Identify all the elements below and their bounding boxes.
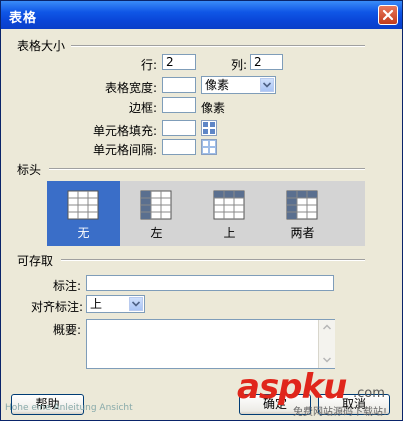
watermark-left-text: Hohe eine Anleitung Ansicht <box>5 403 133 413</box>
table-both-header-icon <box>286 190 318 220</box>
align-caption-select[interactable]: 上 <box>86 295 145 313</box>
table-dialog: 表格 表格大小 行: 2 列: 2 表格宽度: 像素 边框: 像素 单元格填充:… <box>0 0 403 421</box>
chevron-down-icon <box>260 78 274 92</box>
cell-spacing-label: 单元格间隔: <box>92 143 157 157</box>
header-option-both-label: 两者 <box>290 226 315 240</box>
caption-label: 标注: <box>52 279 81 293</box>
close-icon <box>382 9 394 21</box>
header-divider <box>49 168 365 170</box>
header-option-top-label: 上 <box>223 226 236 240</box>
align-caption-label: 对齐标注: <box>30 300 83 314</box>
scroll-up-icon <box>323 324 331 330</box>
header-option-top[interactable]: 上 <box>193 181 266 246</box>
caption-input[interactable] <box>86 275 334 291</box>
title-bar: 表格 <box>1 1 402 29</box>
header-option-left-label: 左 <box>150 226 163 240</box>
rows-label: 行: <box>140 58 157 72</box>
watermark-brand: aspku <box>237 367 347 407</box>
rows-input[interactable]: 2 <box>162 54 196 70</box>
border-input[interactable] <box>162 97 196 113</box>
close-button[interactable] <box>378 5 398 25</box>
cell-padding-input[interactable] <box>162 120 196 136</box>
table-top-header-icon <box>213 190 245 220</box>
table-no-header-icon <box>67 190 99 220</box>
table-width-label: 表格宽度: <box>104 81 157 95</box>
cell-spacing-icon[interactable] <box>201 139 217 155</box>
watermark-tagline: 免费网站源码下载站! <box>293 407 388 418</box>
header-options: 无 左 上 两者 <box>47 181 365 246</box>
table-size-divider <box>71 45 365 47</box>
header-option-left[interactable]: 左 <box>120 181 193 246</box>
cols-input[interactable]: 2 <box>250 54 283 70</box>
table-left-header-icon <box>140 190 172 220</box>
cell-padding-icon[interactable] <box>201 120 217 136</box>
header-option-both[interactable]: 两者 <box>266 181 339 246</box>
border-unit: 像素 <box>201 101 226 115</box>
table-width-input[interactable] <box>162 77 196 93</box>
header-heading: 标头 <box>17 163 42 177</box>
cell-spacing-input[interactable] <box>162 139 196 155</box>
dialog-title: 表格 <box>9 11 38 26</box>
chevron-down-icon <box>129 297 143 311</box>
header-option-none[interactable]: 无 <box>47 181 120 246</box>
summary-textarea[interactable] <box>86 319 335 369</box>
align-caption-value: 上 <box>90 297 103 311</box>
summary-label: 概要: <box>52 323 81 337</box>
border-label: 边框: <box>128 101 157 115</box>
cell-padding-label: 单元格填充: <box>92 124 157 138</box>
header-option-none-label: 无 <box>77 226 90 240</box>
summary-scrollbar[interactable] <box>318 320 335 368</box>
watermark-suffix: .com <box>353 386 385 401</box>
accessibility-heading: 可存取 <box>17 254 54 268</box>
width-unit-select[interactable]: 像素 <box>201 76 276 94</box>
accessibility-divider <box>61 259 365 261</box>
scroll-down-icon <box>323 357 331 363</box>
width-unit-value: 像素 <box>205 78 230 92</box>
cols-label: 列: <box>230 58 247 72</box>
table-size-heading: 表格大小 <box>17 39 66 53</box>
